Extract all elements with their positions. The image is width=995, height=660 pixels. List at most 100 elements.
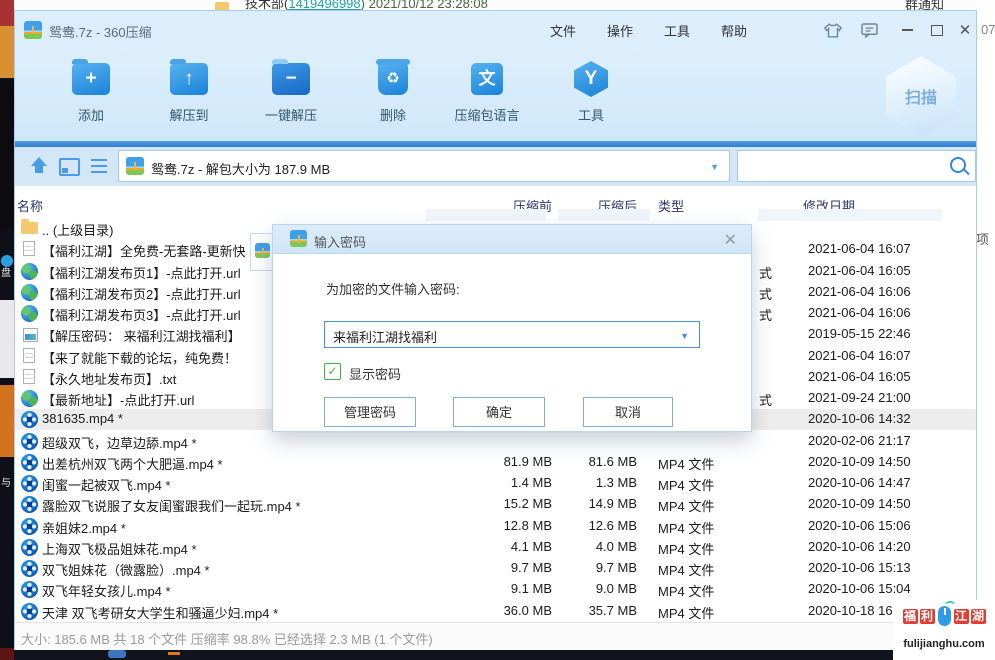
address-bar: 鸳鸯.7z - 解包大小为 187.9 MB ▼ xyxy=(15,147,976,186)
text-icon xyxy=(23,241,35,256)
menu-item-文件[interactable]: 文件 xyxy=(550,21,576,40)
mp4-icon xyxy=(21,496,38,513)
toolbar-button-label: 一键解压 xyxy=(243,105,339,124)
background-left-strip: 盘 与 xyxy=(0,0,14,660)
file-type: MP4 文件 xyxy=(658,581,714,600)
maximize-button[interactable] xyxy=(927,20,947,40)
watermark-domain: fulijianghu.com xyxy=(893,638,995,650)
mouse-icon xyxy=(938,606,951,626)
table-row[interactable]: 双飞年轻女孩儿.mp4 *9.1 MB9.0 MBMP4 文件2020-10-0… xyxy=(15,579,976,600)
file-name: 【来了就能下载的论坛，纯免费！ xyxy=(42,348,237,367)
menu-item-操作[interactable]: 操作 xyxy=(607,21,633,40)
file-name: 【福利江湖发布页2】-点此打开.url xyxy=(42,284,241,303)
toolbar-button-解压到[interactable]: ↑解压到 xyxy=(141,57,237,124)
table-row[interactable]: 露脸双飞说服了女友闺蜜跟我们一起玩.mp4 *15.2 MB14.9 MBMP4… xyxy=(15,494,976,515)
dialog-title: 输入密码 xyxy=(314,232,366,251)
toolbar-button-删除[interactable]: ♻ 删除 xyxy=(345,57,441,124)
watermark-char: 利 xyxy=(920,609,935,624)
password-input[interactable]: 来福利江湖找福利 ▼ xyxy=(324,321,700,348)
show-password-checkbox[interactable]: ✓ xyxy=(324,363,341,380)
file-name: 超级双飞，边草边舔.mp4 * xyxy=(42,433,197,452)
table-row[interactable]: 闺蜜一起被双飞.mp4 *1.4 MB1.3 MBMP4 文件2020-10-0… xyxy=(15,473,976,494)
chat-header-text: 技术部(1419496998) 2021/10/12 23:28:08 xyxy=(245,0,488,10)
modified-date: 2021-06-04 16:07 xyxy=(808,241,911,256)
size-before: 12.8 MB xyxy=(435,518,552,533)
screen: 盘 与 技术部(1419496998) 2021/10/12 23:28:08 … xyxy=(0,0,995,660)
modified-date: 2020-10-09 14:50 xyxy=(808,496,911,511)
chevron-down-icon[interactable]: ▼ xyxy=(710,162,719,172)
globe-icon xyxy=(21,305,38,322)
text-icon xyxy=(23,369,35,384)
archive-path-combobox[interactable]: 鸳鸯.7z - 解包大小为 187.9 MB ▼ xyxy=(118,150,730,182)
modified-date: 2020-10-06 15:04 xyxy=(808,581,911,596)
scan-badge[interactable]: 扫描 xyxy=(886,56,956,136)
title-bar: 鸳鸯.7z - 360压缩 文件操作工具帮助 ✕ xyxy=(15,11,976,49)
toolbar: 扫描 +添加↑解压到−一键解压 ♻ 删除文压缩包语言Y工具 xyxy=(15,49,976,141)
ok-button[interactable]: 确定 xyxy=(453,397,545,427)
trash-icon: ♻ xyxy=(378,63,408,95)
table-row[interactable]: 超级双飞，边草边舔.mp4 *2020-02-06 21:17 xyxy=(15,431,976,452)
cancel-button[interactable]: 取消 xyxy=(583,397,673,427)
modified-date: 2021-09-24 21:00 xyxy=(808,390,911,405)
dialog-title-bar: 输入密码 ✕ xyxy=(273,225,751,254)
file-name: 天津 双飞考研女大学生和骚逼少妇.mp4 * xyxy=(42,603,278,622)
skin-shirt-icon[interactable] xyxy=(823,20,843,40)
chevron-down-icon[interactable]: ▼ xyxy=(680,331,689,341)
table-row[interactable]: 上海双飞极品姐妹花.mp4 *4.1 MB4.0 MBMP4 文件2020-10… xyxy=(15,537,976,558)
qq-number-link[interactable]: 1419496998 xyxy=(288,0,360,10)
watermark-logo: 福利江湖 xyxy=(893,606,995,626)
status-text: 大小: 185.6 MB 共 18 个文件 压缩率 98.8% 已经选择 2.3… xyxy=(21,629,433,648)
text-icon xyxy=(23,348,35,363)
archive-language-icon: 文 xyxy=(471,63,503,95)
manage-passwords-button[interactable]: 管理密码 xyxy=(324,397,416,427)
search-input[interactable] xyxy=(737,150,976,182)
preview-pane-icon[interactable] xyxy=(59,158,80,176)
table-row[interactable]: 天津 双飞考研女大学生和骚逼少妇.mp4 *36.0 MB35.7 MBMP4 … xyxy=(15,601,976,622)
minimize-button[interactable] xyxy=(897,20,917,40)
watermark-char: 福 xyxy=(903,609,918,624)
folder-icon xyxy=(21,222,38,234)
modified-date: 2021-06-04 16:05 xyxy=(808,263,911,278)
menu-item-工具[interactable]: 工具 xyxy=(664,21,690,40)
table-row[interactable]: 出差杭州双飞两个大肥逼.mp4 *81.9 MB81.6 MBMP4 文件202… xyxy=(15,452,976,473)
background-fragment: 07 xyxy=(981,22,995,37)
list-view-icon[interactable] xyxy=(89,159,107,173)
size-after: 9.0 MB xyxy=(560,581,637,596)
column-header-name[interactable]: 名称 xyxy=(17,196,43,215)
search-icon[interactable] xyxy=(950,157,966,173)
table-row[interactable]: 双飞姐妹花（微露脸）.mp4 *9.7 MB9.7 MBMP4 文件2020-1… xyxy=(15,558,976,579)
file-name: 【福利江湖发布页1】-点此打开.url xyxy=(42,263,241,282)
menu-item-帮助[interactable]: 帮助 xyxy=(721,21,747,40)
toolbar-button-label: 删除 xyxy=(345,105,441,124)
archive-path-text: 鸳鸯.7z - 解包大小为 187.9 MB xyxy=(151,159,330,178)
dialog-close-icon[interactable]: ✕ xyxy=(724,230,737,250)
feedback-comment-icon[interactable] xyxy=(859,20,879,40)
file-name: 【永久地址发布页】.txt xyxy=(42,369,176,388)
size-after: 1.3 MB xyxy=(560,475,637,490)
toolbar-button-添加[interactable]: +添加 xyxy=(43,57,139,124)
file-type: MP4 文件 xyxy=(658,496,714,515)
go-up-icon[interactable] xyxy=(29,156,49,176)
watermark-char: 江 xyxy=(954,609,969,624)
modified-date: 2020-10-06 15:13 xyxy=(808,560,911,575)
file-type: MP4 文件 xyxy=(658,454,714,473)
size-before: 15.2 MB xyxy=(435,496,552,511)
toolbar-button-工具[interactable]: Y工具 xyxy=(543,57,639,124)
file-name: .. (上级目录) xyxy=(42,220,114,239)
column-header-type[interactable]: 类型 xyxy=(658,196,684,215)
background-fragment: 项 xyxy=(976,229,989,248)
size-before: 4.1 MB xyxy=(435,539,552,554)
app-zip-icon xyxy=(255,243,270,258)
globe-icon xyxy=(21,263,38,280)
toolbar-button-压缩包语言[interactable]: 文压缩包语言 xyxy=(439,57,535,124)
modified-date: 2020-10-06 15:06 xyxy=(808,518,911,533)
modified-date: 2021-06-04 16:06 xyxy=(808,284,911,299)
table-row[interactable]: 亲姐妹2.mp4 *12.8 MB12.6 MBMP4 文件2020-10-06… xyxy=(15,516,976,537)
file-name: 【福利江湖发布页3】-点此打开.url xyxy=(42,305,241,324)
size-after: 4.0 MB xyxy=(560,539,637,554)
watermark: 福利江湖 fulijianghu.com xyxy=(893,600,995,660)
toolbar-button-一键解压[interactable]: −一键解压 xyxy=(243,57,339,124)
close-button[interactable]: ✕ xyxy=(955,20,975,40)
file-type-fragment: 式 xyxy=(759,263,772,282)
file-name: 上海双飞极品姐妹花.mp4 * xyxy=(42,539,197,558)
